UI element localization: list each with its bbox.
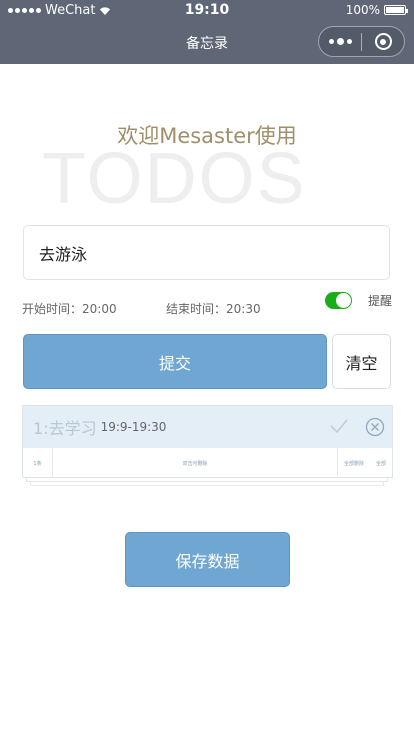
todo-item[interactable]: 1:去学习 19:9-19:30 (23, 406, 392, 448)
todo-card: 1:去学习 19:9-19:30 1条 双击可删除 全部删除 全部 (22, 405, 393, 478)
remind-switch[interactable] (325, 292, 352, 309)
battery-percent: 100% (345, 3, 380, 17)
task-input[interactable] (23, 225, 390, 280)
delete-icon[interactable] (365, 417, 385, 437)
remind-label: 提醒 (368, 294, 393, 308)
end-time-picker[interactable]: 结束时间：20:30 (166, 300, 261, 317)
todo-time: 19:9-19:30 (100, 420, 167, 434)
welcome-text: 欢迎Mesaster使用 (117, 124, 297, 148)
close-miniprogram-icon[interactable] (362, 27, 404, 56)
menu-capsule (318, 26, 405, 57)
todos-watermark: TODOS (42, 139, 307, 219)
todo-count: 1条 (23, 448, 53, 478)
todo-hint: 双击可删除 (53, 448, 338, 478)
all-filter-link[interactable]: 全部 (370, 460, 392, 467)
submit-button[interactable]: 提交 (23, 334, 327, 389)
top-bar: WeChat 19:10 100% 备忘录 (0, 0, 414, 64)
todo-text: 1:去学习 (33, 419, 97, 438)
status-right: 100% (345, 3, 408, 17)
clear-button[interactable]: 清空 (332, 334, 391, 389)
start-time-picker[interactable]: 开始时间：20:00 (22, 300, 117, 317)
more-icon[interactable] (319, 27, 361, 56)
save-data-button[interactable]: 保存数据 (125, 532, 290, 587)
battery-icon (384, 5, 408, 15)
todo-footer: 1条 双击可删除 全部删除 全部 (23, 448, 392, 478)
delete-all-link[interactable]: 全部删除 (338, 460, 370, 467)
check-icon[interactable] (330, 418, 348, 434)
